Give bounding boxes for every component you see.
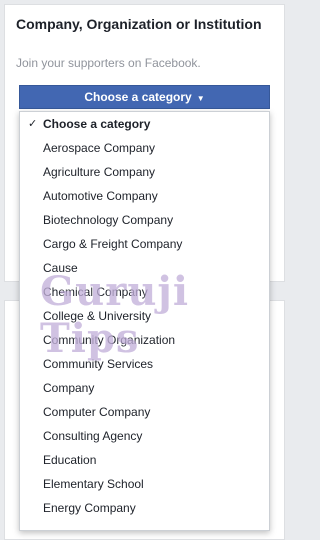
- option-label: Computer Company: [43, 405, 151, 419]
- page-title: Company, Organization or Institution: [16, 16, 262, 32]
- subtitle: Join your supporters on Facebook.: [16, 56, 201, 70]
- dropdown-option[interactable]: Cargo & Freight Company: [20, 232, 269, 256]
- check-icon: ✓: [28, 118, 38, 130]
- dropdown-option[interactable]: Education: [20, 448, 269, 472]
- dropdown-option[interactable]: Cause: [20, 256, 269, 280]
- category-dropdown[interactable]: ✓ Choose a category Aerospace Company Ag…: [19, 111, 270, 531]
- category-select-label: Choose a category: [84, 90, 192, 104]
- option-label: Company: [43, 381, 95, 395]
- dropdown-option[interactable]: Computer Company: [20, 400, 269, 424]
- option-label: Cause: [43, 261, 78, 275]
- option-label: Aerospace Company: [43, 141, 156, 155]
- option-label: Chemical Company: [43, 285, 148, 299]
- dropdown-option[interactable]: Community Organization: [20, 328, 269, 352]
- dropdown-option[interactable]: Chemical Company: [20, 280, 269, 304]
- option-label: College & University: [43, 309, 152, 323]
- option-label: Biotechnology Company: [43, 213, 174, 227]
- dropdown-option[interactable]: Agriculture Company: [20, 160, 269, 184]
- option-label: Energy Company: [43, 501, 136, 515]
- dropdown-option[interactable]: Elementary School: [20, 472, 269, 496]
- option-label: Education: [43, 453, 97, 467]
- option-label: Cargo & Freight Company: [43, 237, 183, 251]
- dropdown-option[interactable]: Aerospace Company: [20, 136, 269, 160]
- caret-down-icon: ▼: [196, 93, 205, 103]
- option-label: Community Services: [43, 357, 154, 371]
- option-label: Community Organization: [43, 333, 176, 347]
- option-label: Consulting Agency: [43, 429, 143, 443]
- dropdown-option[interactable]: ✓ Choose a category: [20, 112, 269, 136]
- dropdown-option[interactable]: Company: [20, 376, 269, 400]
- dropdown-option[interactable]: Automotive Company: [20, 184, 269, 208]
- option-label: Agriculture Company: [43, 165, 156, 179]
- dropdown-option[interactable]: Energy Company: [20, 496, 269, 520]
- dropdown-option[interactable]: Biotechnology Company: [20, 208, 269, 232]
- dropdown-option[interactable]: Community Services: [20, 352, 269, 376]
- dropdown-option[interactable]: College & University: [20, 304, 269, 328]
- dropdown-option[interactable]: Consulting Agency: [20, 424, 269, 448]
- option-label: Elementary School: [43, 477, 144, 491]
- category-select-button[interactable]: Choose a category ▼: [19, 85, 270, 109]
- option-label: Choose a category: [43, 117, 151, 131]
- option-label: Automotive Company: [43, 189, 158, 203]
